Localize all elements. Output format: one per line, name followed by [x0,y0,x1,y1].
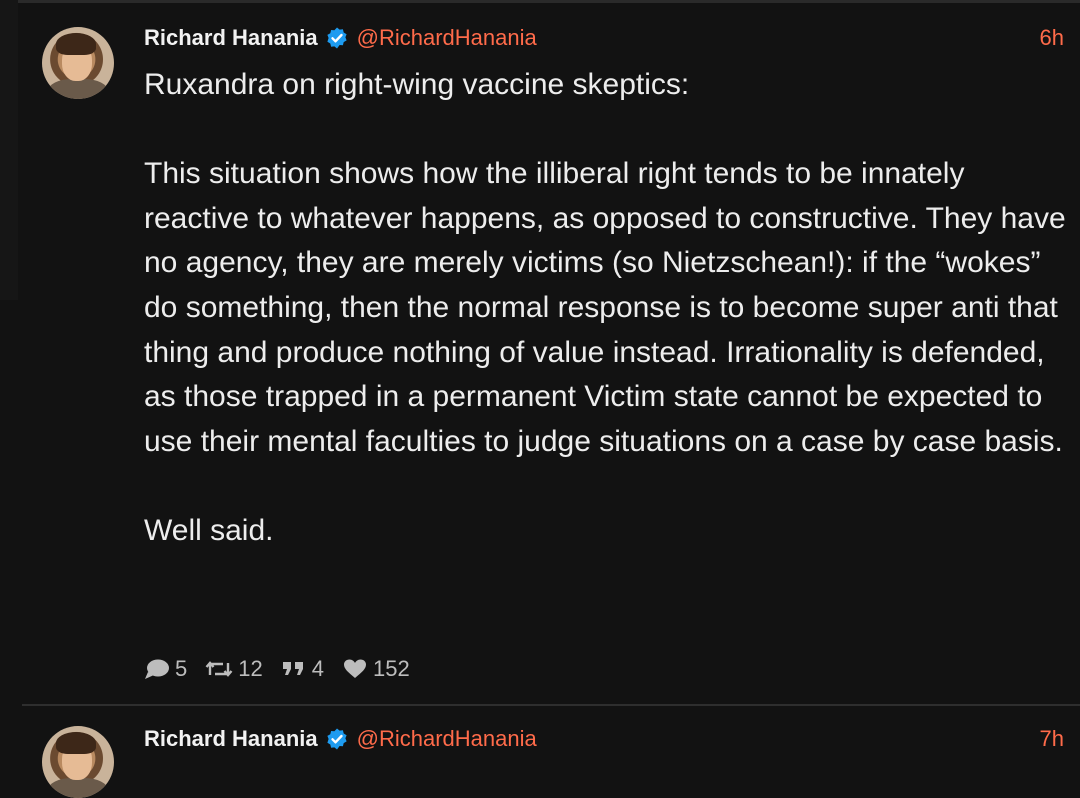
repost-button[interactable]: 12 [205,656,263,682]
avatar-hair [56,33,96,55]
verified-badge-icon [325,727,349,751]
avatar-shirt [48,79,108,99]
left-edge-strip [0,0,18,300]
reply-count: 5 [175,656,188,681]
post-actions: 5 12 4 152 [144,651,428,687]
quote-icon [282,662,303,675]
quote-button[interactable]: 4 [281,656,324,682]
repost-count: 12 [238,656,263,681]
avatar-hair [56,732,96,754]
like-count: 152 [372,656,410,681]
author-handle[interactable]: @RichardHanania [357,726,537,752]
repost-icon [205,661,233,677]
post-timestamp[interactable]: 7h [1040,726,1064,752]
avatar[interactable] [42,27,114,99]
speech-bubble-icon [145,659,169,679]
post-body: Ruxandra on right-wing vaccine skeptics:… [144,63,1074,554]
author-handle[interactable]: @RichardHanania [357,25,537,51]
quote-count: 4 [311,656,324,681]
like-button[interactable]: 152 [342,656,410,682]
post-card[interactable]: Richard Hanania @RichardHanania 7h [22,704,1080,798]
heart-icon [343,659,366,678]
post-header: Richard Hanania @RichardHanania 7h [144,724,1064,754]
post-card[interactable]: Richard Hanania @RichardHanania 6h Ruxan… [22,3,1080,703]
reply-button[interactable]: 5 [144,656,187,682]
verified-badge-icon [325,26,349,50]
post-paragraph: Ruxandra on right-wing vaccine skeptics: [144,68,690,101]
post-paragraph: This situation shows how the illiberal r… [144,157,1066,458]
post-paragraph: Well said. [144,513,274,547]
author-name[interactable]: Richard Hanania [144,25,318,51]
avatar-shirt [48,778,108,798]
post-timestamp[interactable]: 6h [1040,25,1064,51]
author-name[interactable]: Richard Hanania [144,726,318,752]
post-header: Richard Hanania @RichardHanania 6h [144,23,1064,53]
avatar[interactable] [42,726,114,798]
